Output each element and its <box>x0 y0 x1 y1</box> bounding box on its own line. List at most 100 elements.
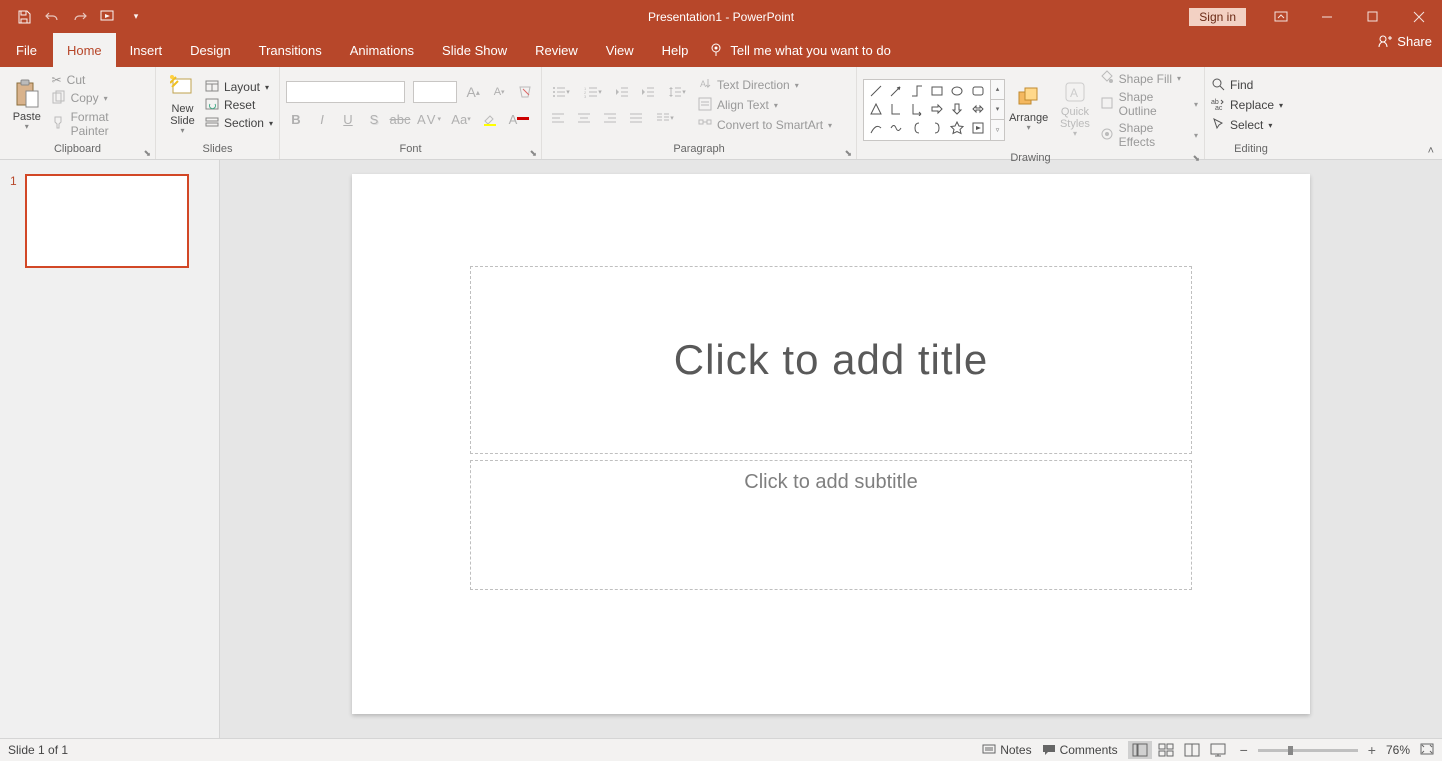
decrease-indent-icon[interactable] <box>612 82 632 102</box>
select-button[interactable]: Select▾ <box>1211 116 1283 135</box>
slide-sorter-view-icon[interactable] <box>1154 741 1178 759</box>
reset-button[interactable]: Reset <box>205 97 273 114</box>
font-family-combo[interactable] <box>286 81 405 103</box>
redo-icon[interactable] <box>72 9 88 25</box>
notes-button[interactable]: Notes <box>982 743 1031 757</box>
tab-slideshow[interactable]: Slide Show <box>428 33 521 67</box>
underline-icon[interactable]: U <box>338 109 358 129</box>
shape-outline-button[interactable]: Shape Outline▾ <box>1100 89 1198 119</box>
font-highlight-icon[interactable] <box>480 109 500 129</box>
align-center-icon[interactable] <box>574 108 594 128</box>
shapes-gallery-scroll[interactable]: ▴▾▿ <box>991 79 1005 141</box>
tab-animations[interactable]: Animations <box>336 33 428 67</box>
shape-arrowdown-icon[interactable] <box>947 100 967 119</box>
collapse-ribbon-icon[interactable]: ˄ <box>1428 145 1434 157</box>
ribbon-display-options-icon[interactable] <box>1258 0 1304 33</box>
gallery-more-icon[interactable]: ▿ <box>991 120 1004 139</box>
undo-icon[interactable] <box>44 9 60 25</box>
strikethrough-icon[interactable]: abc <box>390 109 410 129</box>
tab-help[interactable]: Help <box>648 33 703 67</box>
shape-roundrect-icon[interactable] <box>968 82 988 101</box>
fit-to-window-icon[interactable] <box>1420 743 1434 758</box>
paste-button[interactable]: Paste ▾ <box>6 72 48 138</box>
slide-thumbnails-panel[interactable]: 1 <box>0 160 220 738</box>
zoom-in-icon[interactable]: + <box>1368 742 1376 758</box>
font-color-icon[interactable]: A <box>506 109 532 129</box>
shape-oval-icon[interactable] <box>947 82 967 101</box>
numbering-icon[interactable]: 123▾ <box>580 82 606 102</box>
format-painter-button[interactable]: Format Painter <box>52 109 149 139</box>
quick-styles-button[interactable]: A Quick Styles▾ <box>1052 77 1097 143</box>
convert-smartart-button[interactable]: Convert to SmartArt▾ <box>698 116 832 135</box>
reading-view-icon[interactable] <box>1180 741 1204 759</box>
zoom-slider-thumb[interactable] <box>1288 746 1293 755</box>
paragraph-dialog-launcher-icon[interactable]: ⬊ <box>844 148 852 159</box>
clipboard-dialog-launcher-icon[interactable]: ⬊ <box>143 148 151 159</box>
shape-bracket-left-icon[interactable] <box>907 119 927 138</box>
shape-curve2-icon[interactable] <box>886 119 906 138</box>
close-icon[interactable] <box>1396 0 1442 33</box>
zoom-out-icon[interactable]: − <box>1240 742 1248 758</box>
section-button[interactable]: Section▾ <box>205 115 273 132</box>
decrease-font-icon[interactable]: A▾ <box>489 82 509 102</box>
italic-icon[interactable]: I <box>312 109 332 129</box>
tab-design[interactable]: Design <box>176 33 244 67</box>
thumbnail-preview[interactable] <box>25 174 189 268</box>
char-spacing-icon[interactable]: AV▾ <box>416 109 442 129</box>
tab-transitions[interactable]: Transitions <box>245 33 336 67</box>
clear-formatting-icon[interactable] <box>515 82 535 102</box>
normal-view-icon[interactable] <box>1128 741 1152 759</box>
slide-counter[interactable]: Slide 1 of 1 <box>8 743 982 757</box>
increase-font-icon[interactable]: A▴ <box>463 82 483 102</box>
start-from-beginning-icon[interactable] <box>100 9 116 25</box>
cut-button[interactable]: ✂Cut <box>52 72 149 88</box>
shape-triangle-icon[interactable] <box>866 100 886 119</box>
subtitle-placeholder[interactable]: Click to add subtitle <box>470 460 1192 590</box>
shape-connector-icon[interactable] <box>907 82 927 101</box>
shape-rect-icon[interactable] <box>927 82 947 101</box>
shape-l-icon[interactable] <box>886 100 906 119</box>
zoom-slider[interactable] <box>1258 749 1358 752</box>
qat-dropdown-icon[interactable]: ▾ <box>128 9 144 25</box>
shape-action-icon[interactable] <box>968 119 988 138</box>
justify-icon[interactable] <box>626 108 646 128</box>
slide-thumbnail-1[interactable]: 1 <box>10 174 209 268</box>
shapes-gallery[interactable] <box>863 79 991 141</box>
new-slide-button[interactable]: New Slide ▾ <box>162 72 203 138</box>
drawing-dialog-launcher-icon[interactable]: ⬊ <box>1192 153 1200 164</box>
shape-lright-icon[interactable] <box>907 100 927 119</box>
slideshow-view-icon[interactable] <box>1206 741 1230 759</box>
align-right-icon[interactable] <box>600 108 620 128</box>
shape-line-icon[interactable] <box>866 82 886 101</box>
bullets-icon[interactable]: ▾ <box>548 82 574 102</box>
change-case-icon[interactable]: Aa▾ <box>448 109 474 129</box>
save-icon[interactable] <box>16 9 32 25</box>
tell-me-search[interactable]: Tell me what you want to do <box>708 33 890 67</box>
zoom-level[interactable]: 76% <box>1386 743 1410 757</box>
shape-star-icon[interactable] <box>947 119 967 138</box>
slide-canvas[interactable]: Click to add title Click to add subtitle <box>352 174 1310 714</box>
line-spacing-icon[interactable]: ▾ <box>664 82 690 102</box>
minimize-icon[interactable] <box>1304 0 1350 33</box>
bold-icon[interactable]: B <box>286 109 306 129</box>
align-text-button[interactable]: Align Text▾ <box>698 96 832 115</box>
increase-indent-icon[interactable] <box>638 82 658 102</box>
shape-effects-button[interactable]: Shape Effects▾ <box>1100 120 1198 150</box>
replace-button[interactable]: abacReplace▾ <box>1211 96 1283 115</box>
shape-fill-button[interactable]: Shape Fill▾ <box>1100 69 1198 88</box>
shadow-icon[interactable]: S <box>364 109 384 129</box>
comments-button[interactable]: Comments <box>1042 743 1118 757</box>
sign-in-button[interactable]: Sign in <box>1189 8 1246 26</box>
shape-arrowright-icon[interactable] <box>927 100 947 119</box>
maximize-icon[interactable] <box>1350 0 1396 33</box>
tab-view[interactable]: View <box>592 33 648 67</box>
arrange-button[interactable]: Arrange▾ <box>1005 77 1052 143</box>
tab-file[interactable]: File <box>0 33 53 67</box>
shape-arrowbi-icon[interactable] <box>968 100 988 119</box>
tab-home[interactable]: Home <box>53 33 116 67</box>
tab-insert[interactable]: Insert <box>116 33 177 67</box>
font-dialog-launcher-icon[interactable]: ⬊ <box>529 148 537 159</box>
gallery-down-icon[interactable]: ▾ <box>991 100 1004 120</box>
font-size-combo[interactable] <box>413 81 457 103</box>
text-direction-button[interactable]: AText Direction▾ <box>698 76 832 95</box>
